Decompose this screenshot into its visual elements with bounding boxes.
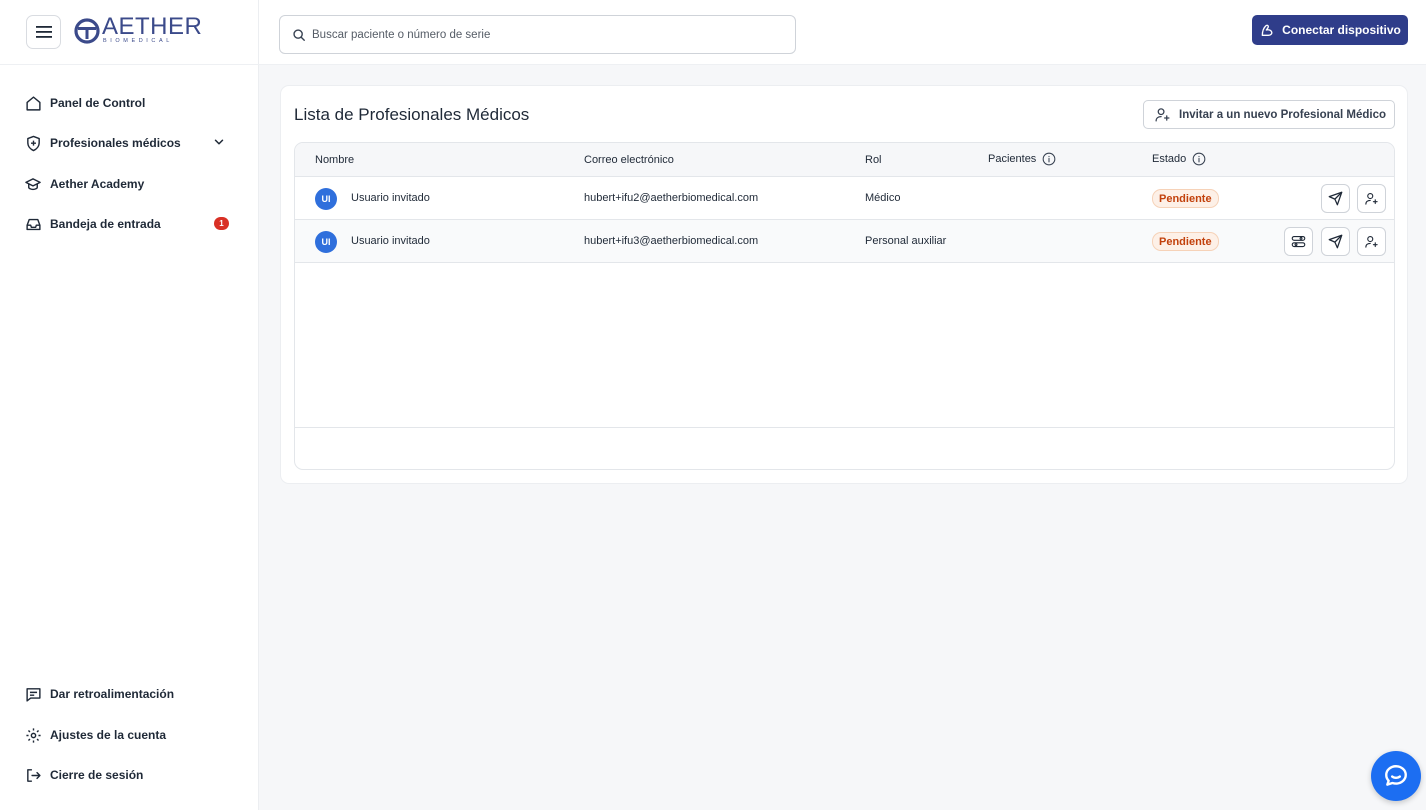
status-badge: Pendiente: [1152, 232, 1219, 251]
professionals-card: Lista de Profesionales Médicos Invitar a…: [280, 85, 1408, 484]
feedback-icon: [24, 685, 42, 703]
home-icon: [24, 94, 42, 112]
row-email: hubert+ifu2@aetherbiomedical.com: [584, 192, 759, 204]
row-role: Personal auxiliar: [865, 235, 947, 247]
shield-plus-icon: [24, 134, 42, 152]
sidebar-item-label: Cierre de sesión: [50, 768, 144, 782]
assign-patient-button[interactable]: [1357, 227, 1386, 256]
table-row[interactable]: UI Usuario invitado hubert+ifu2@aetherbi…: [295, 177, 1394, 220]
search-field[interactable]: [279, 15, 796, 54]
assign-patient-button[interactable]: [1357, 184, 1386, 213]
row-name: Usuario invitado: [351, 235, 430, 247]
sidebar-item-panel-de-control[interactable]: Panel de Control: [24, 90, 236, 116]
invite-professional-button[interactable]: Invitar a un nuevo Profesional Médico: [1143, 100, 1395, 129]
sidebar-item-label: Aether Academy: [50, 177, 145, 191]
user-plus-icon: [1365, 235, 1378, 248]
column-header-rol[interactable]: Rol: [865, 154, 882, 166]
sidebar-divider: [0, 64, 259, 65]
graduation-cap-icon: [24, 175, 42, 193]
sidebar-item-account-settings[interactable]: Ajustes de la cuenta: [24, 722, 236, 748]
row-name: Usuario invitado: [351, 192, 430, 204]
professionals-table: Nombre Correo electrónico Rol Pacientes …: [294, 142, 1395, 470]
sidebar-item-bandeja-de-entrada[interactable]: Bandeja de entrada 1: [24, 211, 236, 237]
connect-device-label: Conectar dispositivo: [1282, 23, 1401, 37]
hamburger-icon: [35, 26, 52, 38]
user-plus-icon: [1365, 192, 1378, 205]
arm-device-icon: [1261, 24, 1273, 36]
resend-invite-button[interactable]: [1321, 184, 1350, 213]
avatar: UI: [315, 188, 337, 210]
table-header: Nombre Correo electrónico Rol Pacientes …: [295, 143, 1394, 177]
column-header-pacientes[interactable]: Pacientes: [988, 152, 1056, 166]
search-input[interactable]: [312, 28, 772, 41]
search-icon: [293, 28, 305, 41]
resend-invite-button[interactable]: [1321, 227, 1350, 256]
menu-toggle-button[interactable]: [26, 15, 61, 49]
user-plus-icon: [1155, 108, 1170, 122]
permissions-button[interactable]: [1284, 227, 1313, 256]
sidebar-item-label: Bandeja de entrada: [50, 217, 161, 231]
sidebar-item-logout[interactable]: Cierre de sesión: [24, 762, 236, 788]
sidebar-item-label: Ajustes de la cuenta: [50, 728, 167, 742]
invite-professional-label: Invitar a un nuevo Profesional Médico: [1179, 108, 1387, 121]
column-header-estado[interactable]: Estado: [1152, 152, 1206, 166]
sidebar-item-profesionales-medicos[interactable]: Profesionales médicos: [24, 130, 236, 156]
info-icon[interactable]: [1042, 152, 1056, 166]
row-role: Médico: [865, 192, 901, 204]
aether-logo-icon: [74, 18, 100, 44]
gear-icon: [24, 726, 42, 744]
column-header-nombre[interactable]: Nombre: [315, 154, 354, 166]
page-title: Lista de Profesionales Médicos: [294, 105, 530, 124]
sidebar-item-label: Dar retroalimentación: [50, 687, 175, 701]
inbox-count-badge: 1: [214, 217, 229, 230]
toggle-settings-icon: [1291, 235, 1306, 248]
row-email: hubert+ifu3@aetherbiomedical.com: [584, 235, 759, 247]
status-badge: Pendiente: [1152, 189, 1219, 208]
table-footer-divider: [295, 427, 1394, 428]
sidebar-item-label: Profesionales médicos: [50, 136, 181, 150]
sidebar: AETHER BIOMEDICAL Panel de Control Profe…: [0, 0, 259, 810]
avatar: UI: [315, 231, 337, 253]
logo[interactable]: AETHER BIOMEDICAL: [74, 13, 203, 46]
logout-icon: [24, 766, 42, 784]
logo-wordmark: AETHER: [102, 13, 203, 40]
table-row[interactable]: UI Usuario invitado hubert+ifu3@aetherbi…: [295, 220, 1394, 263]
sidebar-item-feedback[interactable]: Dar retroalimentación: [24, 681, 236, 707]
chat-support-button[interactable]: [1371, 751, 1421, 801]
chevron-down-icon[interactable]: [212, 135, 226, 152]
logo-subtext: BIOMEDICAL: [103, 38, 173, 44]
connect-device-button[interactable]: Conectar dispositivo: [1252, 15, 1408, 45]
send-icon: [1328, 234, 1343, 249]
info-icon[interactable]: [1192, 152, 1206, 166]
column-header-correo[interactable]: Correo electrónico: [584, 154, 674, 166]
sidebar-item-label: Panel de Control: [50, 96, 146, 110]
send-icon: [1328, 191, 1343, 206]
sidebar-item-aether-academy[interactable]: Aether Academy: [24, 171, 236, 197]
chat-bubble-icon: [1385, 765, 1407, 786]
inbox-icon: [24, 215, 42, 233]
